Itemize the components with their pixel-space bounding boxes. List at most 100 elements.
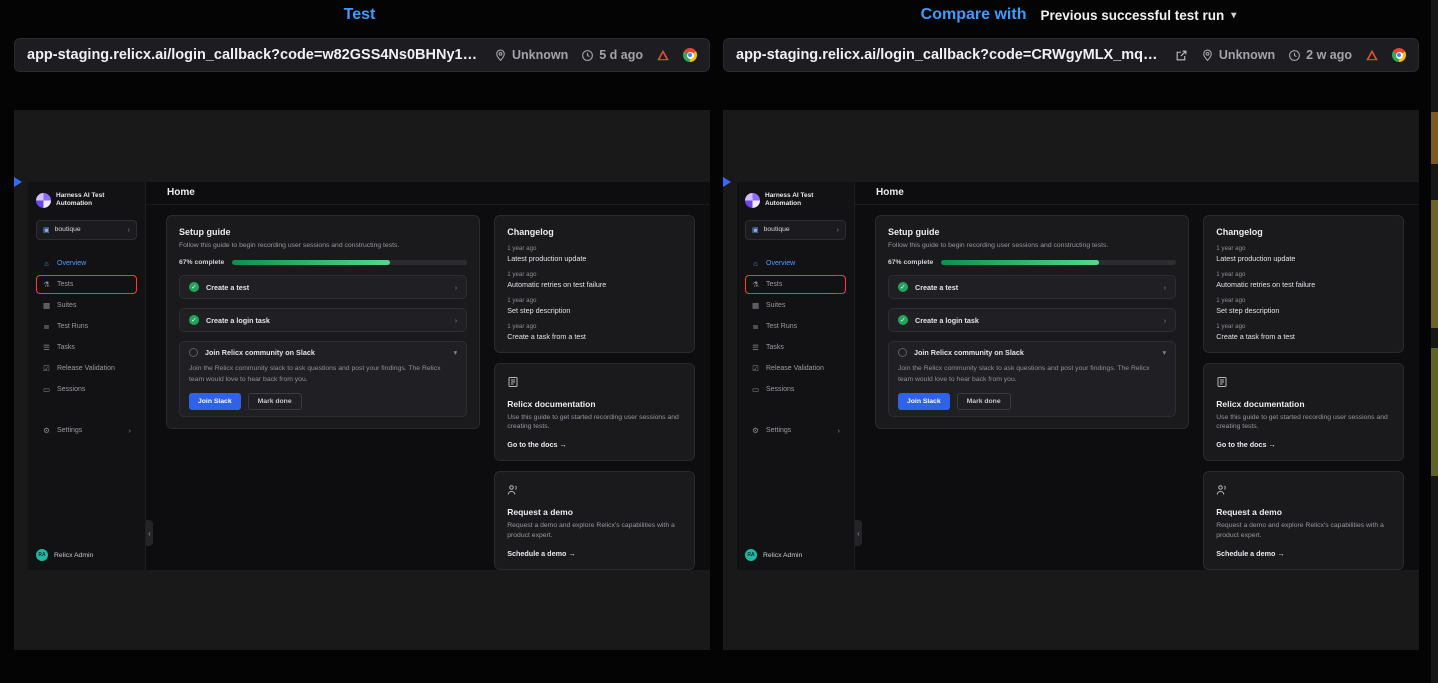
setup-step-create-test[interactable]: ✓ Create a test ›: [179, 275, 467, 299]
nav-item-tasks[interactable]: ☰ Tasks: [36, 338, 137, 357]
grid-icon: ▦: [42, 301, 51, 310]
nav-item-overview[interactable]: ⌂ Overview: [745, 254, 846, 273]
nav-item-sessions[interactable]: ▭ Sessions: [745, 380, 846, 399]
menu-icon: ☰: [42, 343, 51, 352]
nav-item-release-validation[interactable]: ☑ Release Validation: [36, 359, 137, 378]
user-menu[interactable]: RA Relicx Admin: [745, 549, 846, 561]
age-meta: 5 d ago: [581, 48, 643, 62]
demo-title: Request a demo: [1216, 507, 1391, 517]
setup-guide-card: Setup guide Follow this guide to begin r…: [875, 215, 1189, 429]
project-selector[interactable]: ▣ boutique ›: [745, 220, 846, 240]
go-to-docs-link[interactable]: Go to the docs →: [507, 440, 682, 449]
left-screenshot-panel[interactable]: Harness AI Test Automation ▣ boutique › …: [14, 110, 710, 650]
app-screenshot: Harness AI Test Automation ▣ boutique › …: [737, 182, 1419, 570]
setup-step-create-test[interactable]: ✓ Create a test ›: [888, 275, 1176, 299]
monitor-icon: ▭: [42, 385, 51, 394]
changelog-entry: 1 year ago Create a task from a test: [1216, 323, 1391, 341]
nav-item-tasks[interactable]: ☰ Tasks: [745, 338, 846, 357]
right-screenshot-panel[interactable]: Harness AI Test Automation ▣ boutique › …: [723, 110, 1419, 650]
nav-item-suites[interactable]: ▦ Suites: [36, 296, 137, 315]
compare-with-label: Compare with: [921, 6, 1027, 24]
changelog-entry: 1 year ago Latest production update: [1216, 245, 1391, 263]
changelog-entry: 1 year ago Automatic retries on test fai…: [1216, 271, 1391, 289]
compare-run-value: Previous successful test run: [1040, 8, 1224, 23]
left-url-bar: app-staging.relicx.ai/login_callback?cod…: [14, 38, 710, 72]
url-text: app-staging.relicx.ai/login_callback?cod…: [736, 47, 1162, 63]
page-title: Home: [855, 182, 1419, 205]
nav-item-overview[interactable]: ⌂ Overview: [36, 254, 137, 273]
nav-item-release-validation[interactable]: ☑ Release Validation: [745, 359, 846, 378]
avatar: RA: [36, 549, 48, 561]
project-selector[interactable]: ▣ boutique ›: [36, 220, 137, 240]
sidebar-nav: ⌂ Overview ⚗ Tests ▦ Suites ≣ Test Runs …: [745, 254, 846, 399]
demo-text: Request a demo and explore Relicx's capa…: [507, 521, 682, 541]
age-label: 5 d ago: [599, 48, 643, 62]
user-menu[interactable]: RA Relicx Admin: [36, 549, 137, 561]
nav-item-tests[interactable]: ⚗ Tests: [745, 275, 846, 294]
chevron-right-icon: ›: [1164, 283, 1167, 292]
mark-done-button[interactable]: Mark done: [957, 393, 1011, 410]
chrome-icon: [1392, 48, 1406, 62]
nav-item-settings[interactable]: ⚙ Settings ›: [745, 421, 846, 440]
compare-run-dropdown[interactable]: Previous successful test run ▾: [1040, 8, 1236, 23]
setup-guide-subtitle: Follow this guide to begin recording use…: [888, 241, 1176, 251]
harness-logo-icon: [745, 193, 760, 208]
left-run-title: Test: [344, 6, 376, 24]
app-sidebar: Harness AI Test Automation ▣ boutique › …: [737, 182, 855, 570]
schedule-demo-link[interactable]: Schedule a demo →: [1216, 549, 1391, 558]
nav-item-settings[interactable]: ⚙ Settings ›: [36, 421, 137, 440]
selection-marker-icon: [14, 177, 22, 187]
person-demo-icon: [507, 484, 519, 496]
check-circle-icon: ✓: [898, 282, 908, 292]
menu-icon: ☰: [751, 343, 760, 352]
nav-label: Test Runs: [766, 323, 797, 330]
checkbox-icon: ☑: [42, 364, 51, 373]
page-title: Home: [146, 182, 710, 205]
setup-step-join-slack[interactable]: Join Relicx community on Slack ▾ Join th…: [888, 341, 1176, 416]
location-label: Unknown: [1219, 48, 1275, 62]
setup-step-create-login-task[interactable]: ✓ Create a login task ›: [179, 308, 467, 332]
app-main: Home Setup guide Follow this guide to be…: [146, 182, 710, 570]
docs-title: Relicx documentation: [1216, 399, 1391, 409]
sidebar-collapse-handle[interactable]: ‹: [146, 520, 153, 546]
go-to-docs-link[interactable]: Go to the docs →: [1216, 440, 1391, 449]
location-label: Unknown: [512, 48, 568, 62]
clock-icon: [1288, 49, 1301, 62]
brand-name: Harness AI Test Automation: [56, 192, 126, 209]
document-icon: [507, 376, 519, 388]
nav-item-sessions[interactable]: ▭ Sessions: [36, 380, 137, 399]
changelog-entry: 1 year ago Latest production update: [507, 245, 682, 263]
chrome-icon: [683, 48, 697, 62]
setup-step-create-login-task[interactable]: ✓ Create a login task ›: [888, 308, 1176, 332]
sidebar-collapse-handle[interactable]: ‹: [855, 520, 862, 546]
app-brand: Harness AI Test Automation: [36, 192, 137, 209]
flask-icon: ⚗: [751, 280, 760, 289]
step-description: Join the Relicx community slack to ask q…: [189, 364, 457, 384]
empty-circle-icon: [898, 348, 907, 357]
scroll-minimap[interactable]: [1431, 0, 1438, 683]
nav-label: Overview: [57, 260, 86, 267]
join-slack-button[interactable]: Join Slack: [898, 393, 950, 410]
join-slack-button[interactable]: Join Slack: [189, 393, 241, 410]
setup-step-join-slack[interactable]: Join Relicx community on Slack ▾ Join th…: [179, 341, 467, 416]
step-description: Join the Relicx community slack to ask q…: [898, 364, 1166, 384]
nav-item-test-runs[interactable]: ≣ Test Runs: [745, 317, 846, 336]
mark-done-button[interactable]: Mark done: [248, 393, 302, 410]
empty-circle-icon: [189, 348, 198, 357]
nav-item-suites[interactable]: ▦ Suites: [745, 296, 846, 315]
project-name: boutique: [55, 226, 81, 233]
schedule-demo-link[interactable]: Schedule a demo →: [507, 549, 682, 558]
app-brand: Harness AI Test Automation: [745, 192, 846, 209]
platform-icon: [1365, 48, 1379, 62]
setup-guide-subtitle: Follow this guide to begin recording use…: [179, 241, 467, 251]
progress-fill: [232, 260, 389, 265]
list-icon: ≣: [42, 322, 51, 331]
location-meta: Unknown: [1201, 48, 1275, 62]
nav-item-tests[interactable]: ⚗ Tests: [36, 275, 137, 294]
list-icon: ≣: [751, 322, 760, 331]
nav-item-test-runs[interactable]: ≣ Test Runs: [36, 317, 137, 336]
nav-label: Settings: [57, 427, 82, 434]
nav-label: Sessions: [766, 386, 794, 393]
right-url-bar: app-staging.relicx.ai/login_callback?cod…: [723, 38, 1419, 72]
external-link-icon[interactable]: [1175, 49, 1188, 62]
